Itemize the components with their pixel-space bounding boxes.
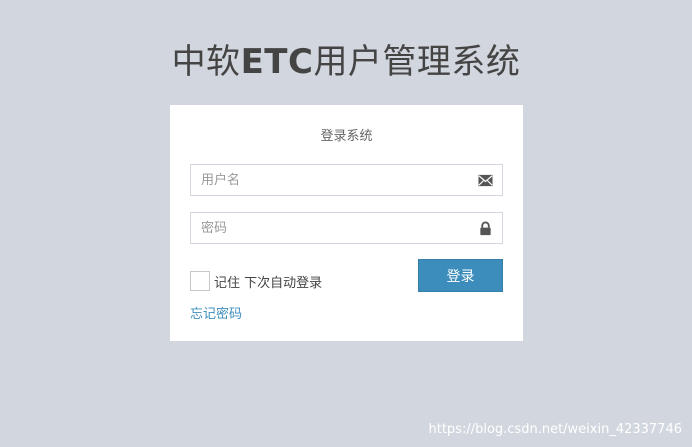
- app-title-prefix: 中软: [171, 42, 241, 82]
- remember-checkbox[interactable]: [190, 271, 210, 291]
- watermark: https://blog.csdn.net/weixin_42337746: [428, 422, 682, 437]
- login-button[interactable]: 登录: [418, 259, 503, 292]
- remember-me[interactable]: 记住 下次自动登录: [190, 270, 322, 292]
- login-box-message: 登录系统: [320, 129, 373, 144]
- remember-label: 记住 下次自动登录: [214, 275, 323, 291]
- username-input[interactable]: [191, 165, 461, 195]
- login-box: 登录系统 记住 下次自动登录 登录 忘记密码: [170, 105, 523, 341]
- app-title-suffix: 用户管理系统: [313, 42, 521, 82]
- password-input[interactable]: [191, 213, 461, 243]
- username-field[interactable]: [190, 164, 503, 196]
- password-field[interactable]: [190, 212, 503, 244]
- app-title: 中软ETC用户管理系统: [0, 34, 692, 83]
- forgot-password-link[interactable]: 忘记密码: [190, 303, 242, 322]
- lock-icon: [480, 221, 491, 236]
- envelope-icon: [478, 174, 493, 187]
- app-title-bold: ETC: [240, 42, 314, 82]
